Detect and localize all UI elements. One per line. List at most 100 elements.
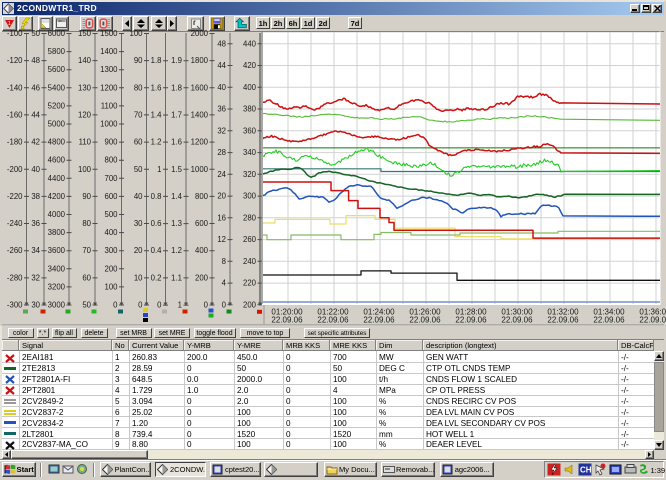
svg-text:100: 100 <box>129 29 143 38</box>
svg-text:0: 0 <box>138 301 143 310</box>
svg-text:36: 36 <box>217 105 226 114</box>
svg-text:1.4: 1.4 <box>151 111 163 120</box>
svg-text:70: 70 <box>82 246 91 255</box>
svg-text:48: 48 <box>31 56 40 65</box>
svg-text:CH: CH <box>580 466 592 475</box>
svg-text:1500: 1500 <box>100 29 118 38</box>
svg-text:40: 40 <box>134 192 143 201</box>
svg-text:-140: -140 <box>7 83 23 92</box>
svg-text:240: 240 <box>243 257 257 266</box>
svg-text:300: 300 <box>104 246 118 255</box>
svg-text:320: 320 <box>243 170 257 179</box>
svg-text:1.3: 1.3 <box>171 219 182 228</box>
svg-text:44: 44 <box>217 61 226 70</box>
svg-text:-200: -200 <box>7 165 23 174</box>
svg-text:-300: -300 <box>7 301 23 310</box>
svg-text:-280: -280 <box>7 273 23 282</box>
svg-text:140: 140 <box>78 56 92 65</box>
svg-text:22.09.06: 22.09.06 <box>363 316 395 325</box>
svg-text:150: 150 <box>78 29 92 38</box>
svg-text:22.09.06: 22.09.06 <box>547 316 579 325</box>
svg-text:12: 12 <box>217 235 226 244</box>
svg-text:2000: 2000 <box>191 29 209 38</box>
svg-text:200: 200 <box>195 273 209 282</box>
svg-text:28: 28 <box>217 148 226 157</box>
svg-text:1.1: 1.1 <box>171 273 182 282</box>
svg-text:340: 340 <box>243 148 257 157</box>
svg-text:-260: -260 <box>7 246 23 255</box>
svg-text:50: 50 <box>134 165 143 174</box>
svg-text:4: 4 <box>222 279 227 288</box>
svg-text:6000: 6000 <box>48 29 66 38</box>
svg-text:34: 34 <box>31 246 40 255</box>
svg-text:1.9: 1.9 <box>171 56 182 65</box>
svg-text:16: 16 <box>217 213 226 222</box>
svg-text:100: 100 <box>78 165 92 174</box>
svg-text:22.09.06: 22.09.06 <box>501 316 533 325</box>
svg-text:-100: -100 <box>7 29 23 38</box>
svg-text:3800: 3800 <box>48 228 66 237</box>
svg-text:22.09.06: 22.09.06 <box>271 316 303 325</box>
svg-text:22.09.06: 22.09.06 <box>455 316 487 325</box>
svg-text:5400: 5400 <box>48 83 66 92</box>
svg-text:3000: 3000 <box>48 301 66 310</box>
svg-text:0: 0 <box>157 301 162 310</box>
svg-text:-120: -120 <box>7 56 23 65</box>
svg-text:420: 420 <box>243 61 257 70</box>
svg-text:5800: 5800 <box>48 47 66 56</box>
svg-text:80: 80 <box>82 219 91 228</box>
svg-text:36: 36 <box>31 219 40 228</box>
svg-text:50: 50 <box>31 29 40 38</box>
svg-text:1.8: 1.8 <box>151 56 162 65</box>
svg-text:22.09.06: 22.09.06 <box>409 316 441 325</box>
svg-text:130: 130 <box>78 83 92 92</box>
svg-text:400: 400 <box>195 246 209 255</box>
svg-text:44: 44 <box>31 110 40 119</box>
svg-text:800: 800 <box>195 192 209 201</box>
svg-text:3400: 3400 <box>48 264 66 273</box>
svg-text:40: 40 <box>31 165 40 174</box>
svg-text:1.6: 1.6 <box>171 138 182 147</box>
svg-text:20: 20 <box>217 192 226 201</box>
svg-text:1: 1 <box>157 165 161 174</box>
svg-text:1400: 1400 <box>191 110 209 119</box>
svg-text:4200: 4200 <box>48 192 66 201</box>
svg-text:400: 400 <box>243 83 257 92</box>
svg-text:32: 32 <box>31 273 40 282</box>
svg-text:4600: 4600 <box>48 156 66 165</box>
svg-text:110: 110 <box>79 138 92 147</box>
svg-text:200: 200 <box>243 300 257 309</box>
svg-text:260: 260 <box>243 235 257 244</box>
svg-text:0: 0 <box>204 301 209 310</box>
svg-text:1.4: 1.4 <box>171 192 183 201</box>
svg-text:700: 700 <box>104 174 118 183</box>
svg-text:0.2: 0.2 <box>151 273 162 282</box>
svg-text:-240: -240 <box>7 219 23 228</box>
svg-text:400: 400 <box>104 228 118 237</box>
svg-text:200: 200 <box>104 264 118 273</box>
svg-text:60: 60 <box>82 273 91 282</box>
svg-text:-220: -220 <box>7 192 23 201</box>
svg-text:600: 600 <box>195 219 209 228</box>
svg-text:1.8: 1.8 <box>171 83 182 92</box>
svg-text:800: 800 <box>104 156 118 165</box>
svg-text:1.7: 1.7 <box>171 111 182 120</box>
svg-text:1800: 1800 <box>191 56 209 65</box>
svg-text:1: 1 <box>178 301 182 310</box>
svg-text:380: 380 <box>243 105 257 114</box>
svg-text:22.09.06: 22.09.06 <box>593 316 625 325</box>
svg-text:1200: 1200 <box>191 138 209 147</box>
svg-text:360: 360 <box>243 126 257 135</box>
svg-text:-160: -160 <box>7 110 23 119</box>
svg-text:300: 300 <box>243 192 257 201</box>
svg-text:22.09.06: 22.09.06 <box>317 316 349 325</box>
svg-text:46: 46 <box>31 83 40 92</box>
svg-text:38: 38 <box>31 192 40 201</box>
svg-text:24: 24 <box>217 170 226 179</box>
svg-text:1000: 1000 <box>191 165 209 174</box>
svg-text:40: 40 <box>217 83 226 92</box>
svg-text:90: 90 <box>82 192 91 201</box>
svg-text:600: 600 <box>104 192 118 201</box>
svg-text:20: 20 <box>134 246 143 255</box>
svg-text:32: 32 <box>217 126 226 135</box>
